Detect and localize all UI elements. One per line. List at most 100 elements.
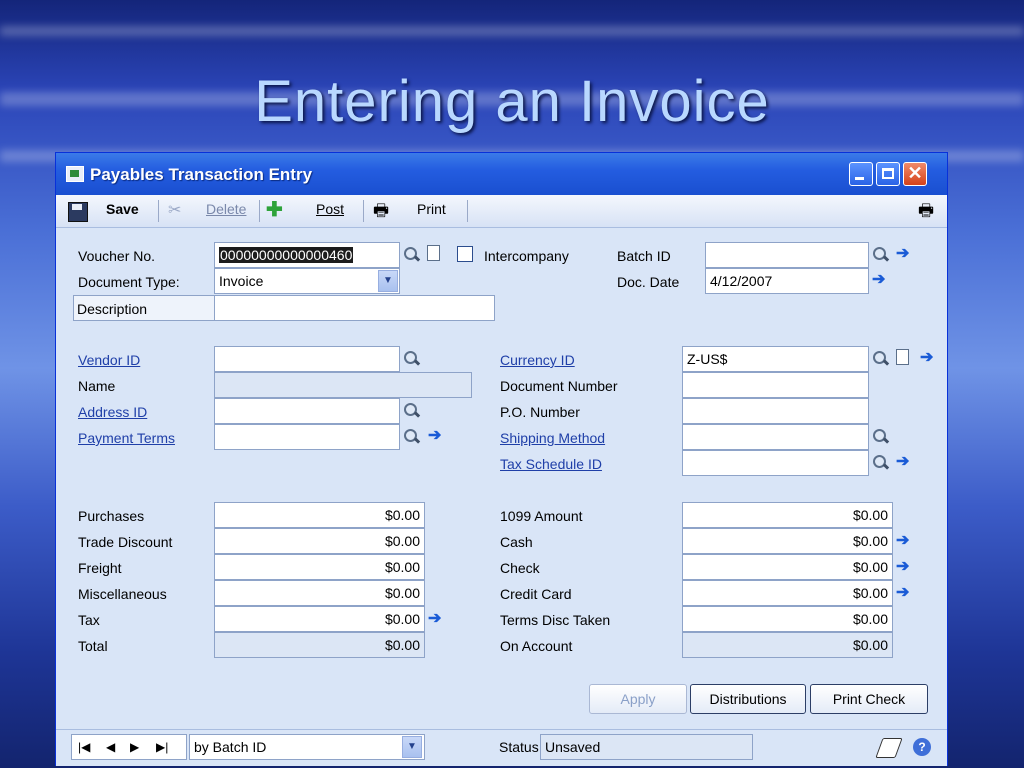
amount-label: 1099 Amount	[500, 508, 583, 524]
intercompany-checkbox[interactable]	[457, 246, 473, 262]
window-app-icon	[66, 166, 84, 182]
delete-button[interactable]: Delete	[206, 201, 246, 217]
intercompany-label: Intercompany	[484, 248, 569, 264]
amount-label: Trade Discount	[78, 534, 173, 550]
amount-label: Check	[500, 560, 540, 576]
po-number-label: P.O. Number	[500, 404, 580, 420]
record-navigator: |◀ ◀ ▶ ▶|	[71, 734, 187, 760]
minimize-button[interactable]	[849, 162, 873, 186]
apply-button[interactable]: Apply	[589, 684, 687, 714]
tax-field[interactable]: $0.00	[214, 606, 425, 632]
description-field[interactable]	[214, 295, 495, 321]
print-button[interactable]: Print	[417, 201, 446, 217]
terms-disc-taken-field[interactable]: $0.00	[682, 606, 893, 632]
chevron-down-icon[interactable]: ▼	[402, 736, 422, 758]
close-button[interactable]: ✕	[903, 162, 927, 186]
cash-field[interactable]: $0.00	[682, 528, 893, 554]
vendor-id-field[interactable]	[214, 346, 400, 372]
last-record-icon[interactable]: ▶|	[156, 740, 168, 754]
amount-label: Miscellaneous	[78, 586, 167, 602]
payables-transaction-window: Payables Transaction Entry ✕ Save ✂ Dele…	[55, 152, 948, 766]
vendor-id-link[interactable]: Vendor ID	[75, 347, 215, 373]
blue-arrow-icon[interactable]: ➔	[920, 350, 936, 366]
previous-record-icon[interactable]: ◀	[106, 740, 115, 754]
address-id-link[interactable]: Address ID	[75, 399, 215, 425]
minimize-icon	[855, 177, 864, 180]
purchases-field[interactable]: $0.00	[214, 502, 425, 528]
batch-id-label: Batch ID	[617, 248, 671, 264]
status-field: Unsaved	[540, 734, 753, 760]
batch-id-field[interactable]	[705, 242, 869, 268]
document-type-label: Document Type:	[78, 274, 180, 290]
distributions-button[interactable]: Distributions	[690, 684, 806, 714]
amount-1099-field[interactable]: $0.00	[682, 502, 893, 528]
payment-terms-field[interactable]	[214, 424, 400, 450]
po-number-field[interactable]	[682, 398, 869, 424]
slide-title: Entering an Invoice	[254, 69, 770, 134]
next-record-icon[interactable]: ▶	[130, 740, 139, 754]
magnifier-icon[interactable]	[403, 428, 419, 444]
blue-arrow-icon[interactable]: ➔	[428, 428, 444, 444]
blue-arrow-icon[interactable]: ➔	[428, 611, 444, 627]
new-document-icon[interactable]	[427, 245, 440, 261]
magnifier-icon[interactable]	[872, 350, 888, 366]
toolbar-separator	[158, 200, 159, 222]
chevron-down-icon[interactable]: ▼	[378, 270, 398, 292]
blue-arrow-icon[interactable]: ➔	[896, 585, 912, 601]
magnifier-icon[interactable]	[872, 428, 888, 444]
currency-id-field[interactable]: Z-US$	[682, 346, 869, 372]
amount-label: On Account	[500, 638, 573, 654]
shipping-method-link[interactable]: Shipping Method	[497, 425, 683, 451]
blue-arrow-icon[interactable]: ➔	[896, 246, 912, 262]
browse-sort-select[interactable]: by Batch ID	[189, 734, 425, 760]
maximize-button[interactable]	[876, 162, 900, 186]
print-check-button[interactable]: Print Check	[810, 684, 928, 714]
printer-icon[interactable]: 🖶	[373, 202, 391, 220]
credit-card-field[interactable]: $0.00	[682, 580, 893, 606]
freight-field[interactable]: $0.00	[214, 554, 425, 580]
amount-label: Total	[78, 638, 108, 654]
printer-icon[interactable]: 🖶	[918, 202, 936, 220]
trade-discount-field[interactable]: $0.00	[214, 528, 425, 554]
window-title: Payables Transaction Entry	[90, 165, 313, 184]
miscellaneous-field[interactable]: $0.00	[214, 580, 425, 606]
window-titlebar[interactable]: Payables Transaction Entry ✕	[56, 153, 947, 195]
save-button[interactable]: Save	[106, 201, 139, 217]
shipping-method-field[interactable]	[682, 424, 869, 450]
document-type-select[interactable]: Invoice	[214, 268, 400, 294]
amount-label: Cash	[500, 534, 533, 550]
document-number-label: Document Number	[500, 378, 618, 394]
toolbar-separator	[363, 200, 364, 222]
tax-schedule-id-link[interactable]: Tax Schedule ID	[497, 451, 683, 477]
post-button[interactable]: Post	[316, 201, 344, 217]
magnifier-icon[interactable]	[403, 350, 419, 366]
tax-schedule-id-field[interactable]	[682, 450, 869, 476]
payment-terms-link[interactable]: Payment Terms	[75, 425, 215, 451]
voucher-no-field[interactable]: 00000000000000460	[214, 242, 400, 268]
name-label: Name	[78, 378, 116, 394]
on-account-field: $0.00	[682, 632, 893, 658]
check-field[interactable]: $0.00	[682, 554, 893, 580]
new-document-icon[interactable]	[896, 349, 909, 365]
magnifier-icon[interactable]	[403, 246, 419, 262]
blue-arrow-icon[interactable]: ➔	[872, 272, 888, 288]
document-number-field[interactable]	[682, 372, 869, 398]
floppy-disk-icon[interactable]	[68, 202, 88, 222]
total-field: $0.00	[214, 632, 425, 658]
first-record-icon[interactable]: |◀	[78, 740, 90, 754]
name-field	[214, 372, 472, 398]
magnifier-icon[interactable]	[872, 454, 888, 470]
blue-arrow-icon[interactable]: ➔	[896, 533, 912, 549]
doc-date-field[interactable]: 4/12/2007	[705, 268, 869, 294]
amount-label: Freight	[78, 560, 122, 576]
magnifier-icon[interactable]	[403, 402, 419, 418]
blue-arrow-icon[interactable]: ➔	[896, 559, 912, 575]
address-id-field[interactable]	[214, 398, 400, 424]
help-icon[interactable]: ?	[913, 738, 931, 756]
currency-id-link[interactable]: Currency ID	[497, 347, 683, 373]
amount-label: Credit Card	[500, 586, 572, 602]
voucher-no-value: 00000000000000460	[219, 247, 354, 263]
post-icon[interactable]: ✚	[266, 200, 284, 220]
magnifier-icon[interactable]	[872, 246, 888, 262]
blue-arrow-icon[interactable]: ➔	[896, 454, 912, 470]
